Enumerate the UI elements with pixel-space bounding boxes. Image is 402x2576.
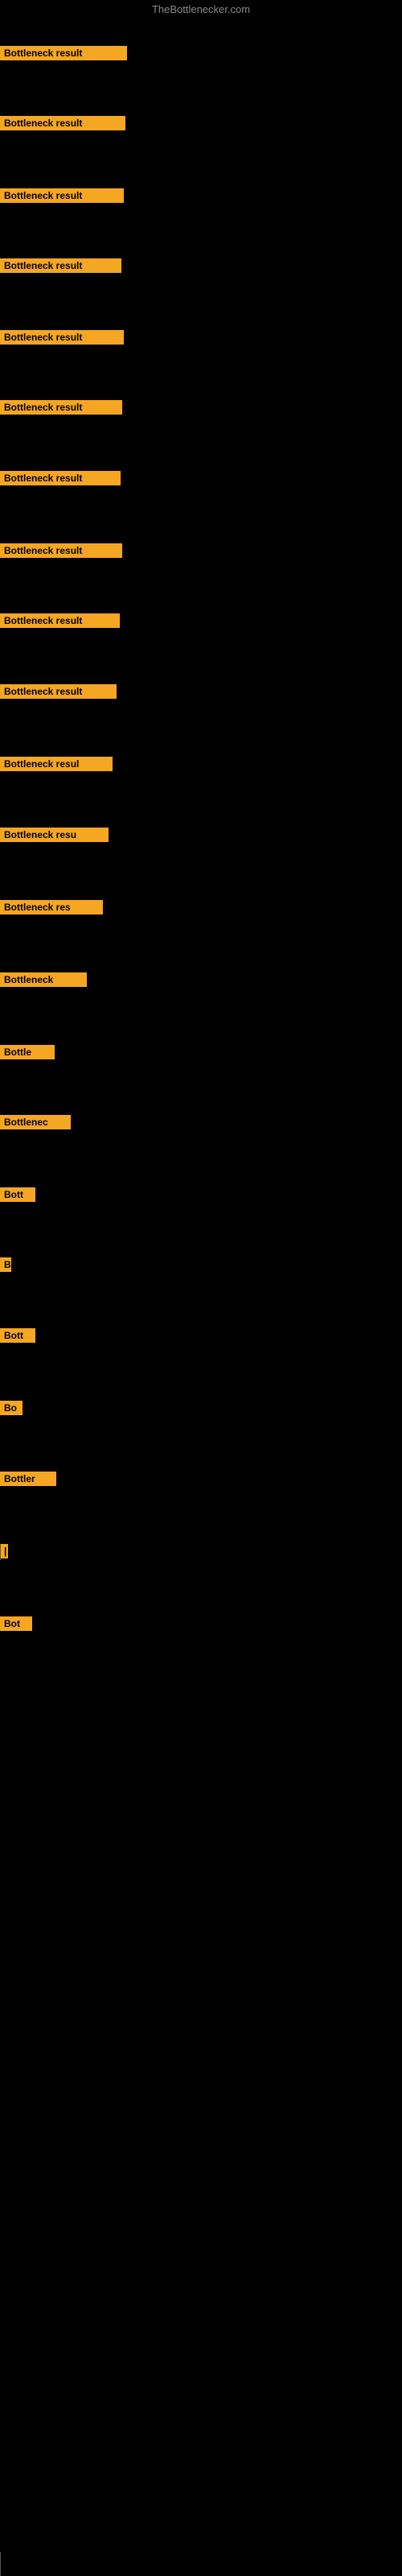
bottleneck-badge: Bottleneck res (0, 900, 103, 914)
bottleneck-badge: Bo (0, 1401, 23, 1415)
vertical-line (0, 1544, 1, 1560)
bottleneck-badge: Bottleneck result (0, 46, 127, 60)
bottleneck-badge: Bott (0, 1187, 35, 1202)
bottleneck-badge: Bottleneck result (0, 330, 124, 345)
bottleneck-badge: Bottleneck result (0, 116, 125, 130)
bottleneck-badge: Bottleneck resu (0, 828, 109, 842)
bottleneck-badge: Bottle (0, 1045, 55, 1059)
bottleneck-badge: Bottleneck result (0, 543, 122, 558)
bottleneck-badge: B (0, 1257, 11, 1272)
bottleneck-badge: Bottleneck result (0, 613, 120, 628)
bottleneck-badge: Bot (0, 1616, 32, 1631)
bottleneck-badge: Bott (0, 1328, 35, 1343)
site-title: TheBottlenecker.com (0, 3, 402, 15)
bottleneck-badge: Bottler (0, 1472, 56, 1486)
vertical-line (0, 2552, 1, 2576)
bottleneck-badge: | (0, 1544, 8, 1558)
bottleneck-badge: Bottleneck resul (0, 757, 113, 771)
bottleneck-badge: Bottleneck result (0, 258, 121, 273)
bottleneck-badge: Bottleneck result (0, 188, 124, 203)
bottleneck-badge: Bottleneck (0, 972, 87, 987)
bottleneck-badge: Bottlenec (0, 1115, 71, 1129)
bottleneck-badge: Bottleneck result (0, 400, 122, 415)
bottleneck-badge: Bottleneck result (0, 684, 117, 699)
bottleneck-badge: Bottleneck result (0, 471, 121, 485)
